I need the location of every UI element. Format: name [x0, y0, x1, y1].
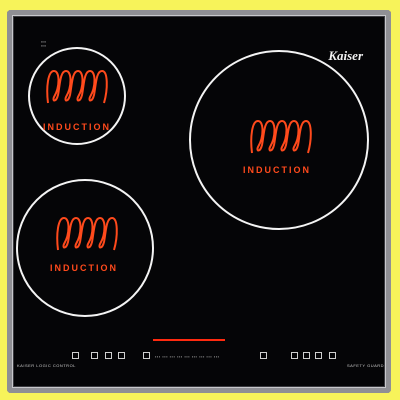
footer-left-label: KAISER LOGIC CONTROL — [17, 363, 76, 368]
zone-label: INDUCTION — [50, 263, 118, 273]
induction-coil-icon — [250, 119, 312, 154]
control-button[interactable] — [329, 352, 336, 359]
induction-coil-icon — [46, 69, 108, 104]
control-button[interactable] — [105, 352, 112, 359]
control-button[interactable] — [143, 352, 150, 359]
control-button[interactable] — [291, 352, 298, 359]
model-label: ▪▪▪▪ ▪▪▪▪ — [41, 40, 46, 48]
control-button[interactable] — [118, 352, 125, 359]
control-button[interactable] — [91, 352, 98, 359]
cooking-zone-large-right[interactable]: INDUCTION — [189, 50, 369, 230]
induction-coil-icon — [56, 216, 118, 251]
cooking-zone-bottom-left[interactable]: INDUCTION — [16, 179, 154, 317]
control-button[interactable] — [260, 352, 267, 359]
induction-hob: ▪▪▪▪ ▪▪▪▪ Kaiser INDUCTION INDUCTION INDU… — [7, 10, 391, 393]
cooking-zone-top-left[interactable]: INDUCTION — [28, 47, 126, 145]
control-button[interactable] — [72, 352, 79, 359]
power-level-bar — [153, 339, 225, 341]
control-button[interactable] — [303, 352, 310, 359]
control-button[interactable] — [315, 352, 322, 359]
zone-label: INDUCTION — [243, 165, 311, 175]
power-scale: ▪▪▪ ▪▪▪ ▪▪▪ ▪▪▪ ▪▪▪ ▪▪▪ ▪▪▪ ▪▪▪ ▪▪▪ — [155, 354, 220, 359]
brand-logo: Kaiser — [328, 48, 363, 63]
zone-label: INDUCTION — [43, 122, 111, 132]
footer-right-label: SAFETY GUARD — [347, 363, 385, 368]
